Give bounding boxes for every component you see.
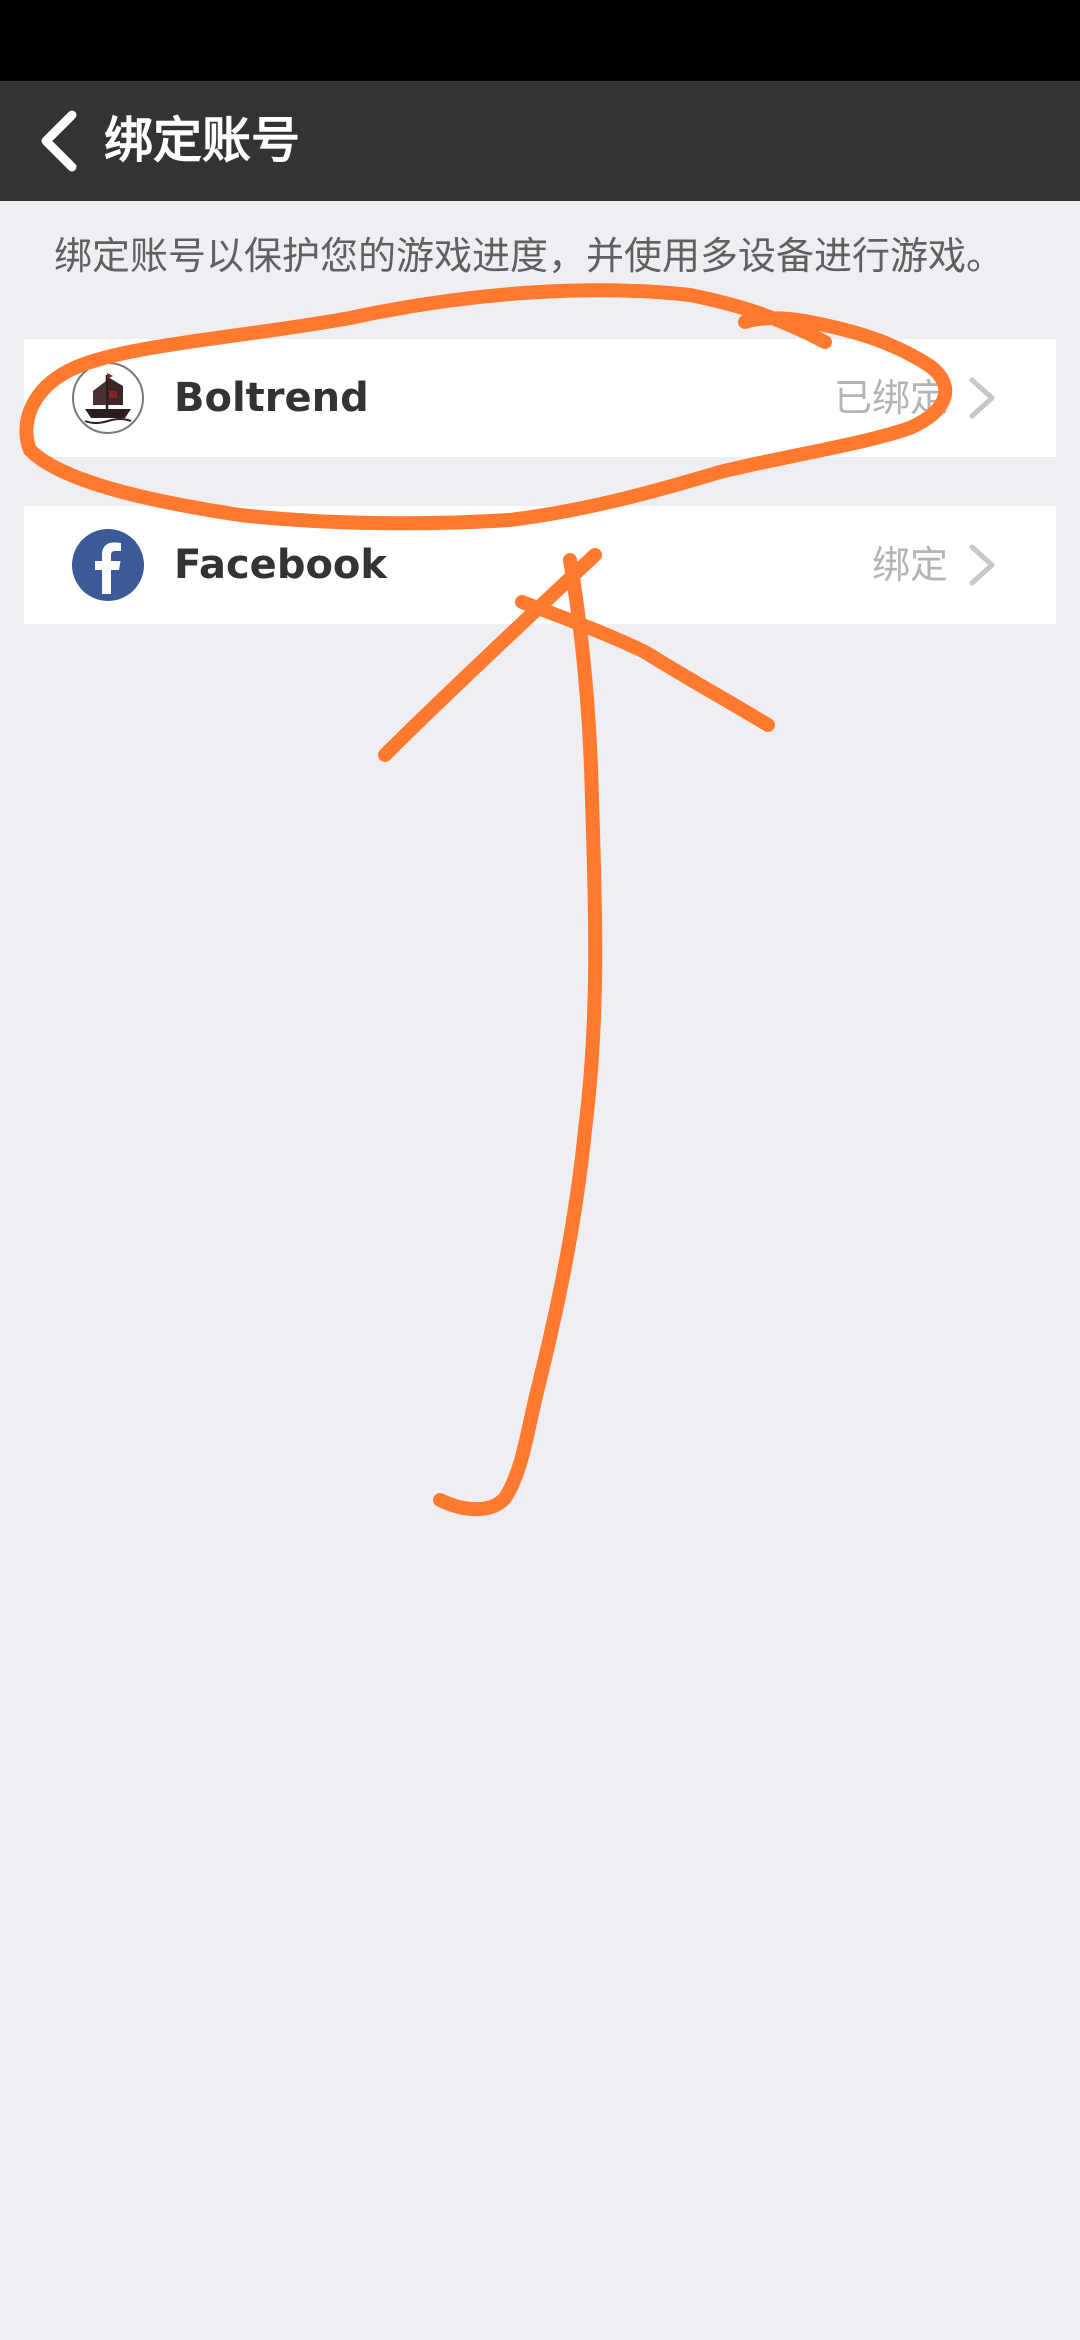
account-name: Boltrend	[174, 375, 369, 421]
bind-status: 已绑定	[833, 376, 948, 420]
chevron-left-icon	[41, 110, 77, 172]
facebook-logo-icon	[71, 528, 145, 602]
account-row-boltrend[interactable]: Boltrend 已绑定	[24, 339, 1056, 457]
bind-account-description: 绑定账号以保护您的游戏进度，并使用多设备进行游戏。	[54, 234, 1005, 278]
chevron-right-icon	[964, 543, 1000, 587]
account-name: Facebook	[174, 542, 388, 588]
account-row-facebook[interactable]: Facebook 绑定	[24, 506, 1056, 624]
annotation-arrow-shaft	[433, 553, 603, 1517]
bind-status: 绑定	[871, 543, 948, 587]
page-title: 绑定账号	[104, 112, 301, 169]
app-header: 绑定账号	[0, 81, 1080, 201]
back-button[interactable]	[22, 99, 106, 183]
chevron-right-icon	[964, 376, 1000, 420]
pirate-ship-logo-icon	[71, 361, 145, 435]
status-bar	[0, 0, 1080, 81]
